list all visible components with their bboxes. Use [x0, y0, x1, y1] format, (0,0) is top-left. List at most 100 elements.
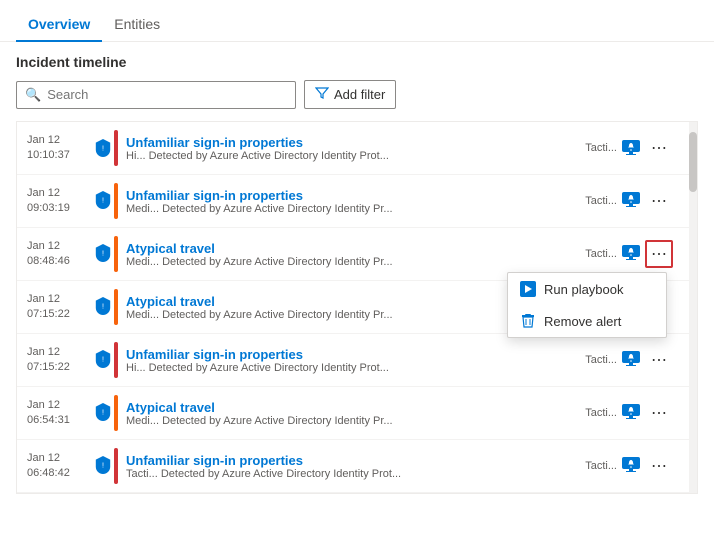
time-col: Jan 12 07:15:22 [27, 345, 92, 376]
tactic-col: Tacti... [577, 460, 617, 472]
severity-bar [114, 183, 118, 219]
incident-title[interactable]: Atypical travel [126, 241, 577, 256]
search-input[interactable] [47, 87, 287, 102]
incident-meta: Medi... Detected by Azure Active Directo… [126, 203, 577, 215]
time-col: Jan 12 07:15:22 [27, 292, 92, 323]
severity-bar [114, 130, 118, 166]
shield-icon: ! [95, 403, 111, 424]
timeline-container: Jan 12 10:10:37 ! Unfamiliar sign-in pro… [16, 121, 698, 494]
time-col: Jan 12 06:48:42 [27, 451, 92, 482]
scrollbar-thumb[interactable] [689, 132, 697, 192]
tactic-col: Tacti... [577, 142, 617, 154]
svg-text:!: ! [102, 354, 104, 363]
run-playbook-icon [520, 281, 536, 297]
more-options-button[interactable]: ⋯ [645, 346, 673, 374]
alert-icon-col [617, 192, 645, 211]
shield-col: ! [92, 350, 114, 371]
time-col: Jan 12 10:10:37 [27, 133, 92, 164]
tactic-col: Tacti... [577, 354, 617, 366]
shield-col: ! [92, 244, 114, 265]
svg-text:!: ! [102, 301, 104, 310]
time-col: Jan 12 06:54:31 [27, 398, 92, 429]
shield-col: ! [92, 139, 114, 157]
context-menu-item-run-playbook[interactable]: Run playbook [508, 273, 666, 305]
content-col: Unfamiliar sign-in properties Medi... De… [126, 188, 577, 215]
alert-icon-col [617, 351, 645, 370]
tactic-col: Tacti... [577, 248, 617, 260]
context-menu: Run playbook Remove alert [507, 272, 667, 338]
incident-meta: Tacti... Detected by Azure Active Direct… [126, 468, 577, 480]
alert-icon [622, 192, 640, 211]
more-options-button-active[interactable]: ⋯ [645, 240, 673, 268]
incident-title[interactable]: Unfamiliar sign-in properties [126, 453, 577, 468]
incident-title[interactable]: Unfamiliar sign-in properties [126, 188, 577, 203]
content-col: Atypical travel Medi... Detected by Azur… [126, 241, 577, 268]
alert-icon-col [617, 140, 645, 156]
incident-title[interactable]: Unfamiliar sign-in properties [126, 347, 577, 362]
severity-bar [114, 448, 118, 484]
time-col: Jan 12 09:03:19 [27, 186, 92, 217]
shield-icon: ! [95, 139, 111, 157]
alert-icon-col [617, 457, 645, 476]
trash-icon [520, 313, 536, 329]
incident-meta: Medi... Detected by Azure Active Directo… [126, 415, 577, 427]
scrollbar[interactable] [689, 122, 697, 493]
severity-bar [114, 342, 118, 378]
tab-entities[interactable]: Entities [102, 8, 172, 42]
more-options-button[interactable]: ⋯ [645, 187, 673, 215]
tab-overview[interactable]: Overview [16, 8, 102, 42]
svg-text:!: ! [102, 195, 104, 204]
filter-icon [315, 86, 329, 103]
severity-bar [114, 289, 118, 325]
incident-meta: Hi... Detected by Azure Active Directory… [126, 362, 577, 374]
severity-bar [114, 236, 118, 272]
add-filter-label: Add filter [334, 87, 385, 102]
search-input-wrapper[interactable]: 🔍 [16, 81, 296, 109]
alert-icon-col [617, 404, 645, 423]
add-filter-button[interactable]: Add filter [304, 80, 396, 109]
alert-icon [622, 457, 640, 476]
table-row: Jan 12 07:15:22 ! Unfamiliar sign-in pro… [17, 334, 697, 387]
table-row: Jan 12 06:48:42 ! Unfamiliar sign-in pro… [17, 440, 697, 493]
content-col: Unfamiliar sign-in properties Hi... Dete… [126, 347, 577, 374]
tactic-col: Tacti... [577, 407, 617, 419]
severity-bar [114, 395, 118, 431]
context-menu-item-remove-alert[interactable]: Remove alert [508, 305, 666, 337]
shield-col: ! [92, 191, 114, 212]
alert-icon [622, 351, 640, 370]
table-row: Jan 12 06:54:31 ! Atypical travel Medi..… [17, 387, 697, 440]
shield-icon: ! [95, 456, 111, 477]
remove-alert-label: Remove alert [544, 314, 621, 329]
shield-icon: ! [95, 297, 111, 318]
incident-meta: Hi... Detected by Azure Active Directory… [126, 150, 577, 162]
shield-col: ! [92, 456, 114, 477]
alert-icon [622, 245, 640, 264]
shield-icon: ! [95, 244, 111, 265]
svg-text:!: ! [102, 144, 104, 153]
more-options-button[interactable]: ⋯ [645, 452, 673, 480]
svg-text:!: ! [102, 460, 104, 469]
incident-title[interactable]: Atypical travel [126, 400, 577, 415]
shield-icon: ! [95, 350, 111, 371]
content-col: Unfamiliar sign-in properties Hi... Dete… [126, 135, 577, 162]
run-playbook-label: Run playbook [544, 282, 624, 297]
svg-text:!: ! [102, 407, 104, 416]
tabs-container: Overview Entities [0, 0, 714, 42]
shield-icon: ! [95, 191, 111, 212]
alert-icon-col [617, 245, 645, 264]
alert-icon [622, 404, 640, 423]
table-row: Jan 12 10:10:37 ! Unfamiliar sign-in pro… [17, 122, 697, 175]
search-icon: 🔍 [25, 87, 41, 103]
content-col: Atypical travel Medi... Detected by Azur… [126, 400, 577, 427]
tactic-col: Tacti... [577, 195, 617, 207]
incident-title[interactable]: Unfamiliar sign-in properties [126, 135, 577, 150]
table-row: Jan 12 09:03:19 ! Unfamiliar sign-in pro… [17, 175, 697, 228]
more-options-button[interactable]: ⋯ [645, 134, 673, 162]
shield-col: ! [92, 297, 114, 318]
time-col: Jan 12 08:48:46 [27, 239, 92, 270]
alert-icon [622, 140, 640, 156]
svg-text:!: ! [102, 248, 104, 257]
incident-meta: Medi... Detected by Azure Active Directo… [126, 256, 577, 268]
section-title: Incident timeline [16, 54, 698, 70]
more-options-button[interactable]: ⋯ [645, 399, 673, 427]
